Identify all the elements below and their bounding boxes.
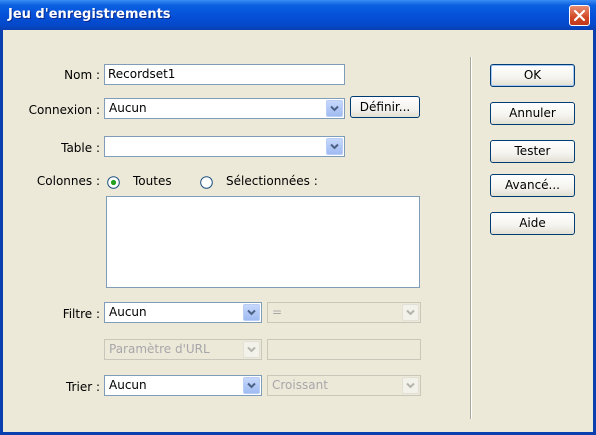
filtre-source-select[interactable]: Paramètre d'URL [104, 339, 262, 360]
table-label: Table : [61, 141, 100, 155]
filtre-column-value: Aucun [109, 305, 147, 319]
trier-order-dropdown-button[interactable] [402, 377, 419, 394]
radio-selectionnees[interactable] [200, 176, 213, 189]
chevron-down-icon [406, 382, 415, 389]
chevron-down-icon [247, 346, 256, 353]
vertical-separator [470, 57, 472, 419]
connexion-dropdown-button[interactable] [326, 100, 343, 117]
chevron-down-icon [247, 382, 256, 389]
filtre-operator-select[interactable]: = [267, 302, 421, 323]
filtre-source-dropdown-button[interactable] [243, 341, 260, 358]
aide-button[interactable]: Aide [490, 212, 575, 235]
filtre-value-input[interactable] [267, 339, 421, 360]
nom-label: Nom : [64, 68, 100, 82]
radio-selectionnees-label[interactable]: Sélectionnées : [226, 174, 318, 188]
filtre-column-dropdown-button[interactable] [243, 304, 260, 321]
connexion-label: Connexion : [28, 103, 100, 117]
connexion-value: Aucun [109, 101, 147, 115]
colonnes-label: Colonnes : [36, 174, 100, 188]
title-bar[interactable]: Jeu d'enregistrements [0, 0, 596, 30]
table-select[interactable] [104, 136, 345, 157]
chevron-down-icon [330, 143, 339, 150]
trier-column-value: Aucun [109, 378, 147, 392]
nom-input[interactable]: Recordset1 [104, 64, 345, 85]
filtre-label: Filtre : [62, 307, 100, 321]
trier-label: Trier : [65, 380, 100, 394]
filtre-source-value: Paramètre d'URL [109, 342, 210, 356]
ok-button[interactable]: OK [490, 64, 575, 87]
close-icon [573, 9, 586, 22]
chevron-down-icon [247, 309, 256, 316]
trier-order-select[interactable]: Croissant [267, 375, 421, 396]
colonnes-listbox[interactable] [106, 196, 420, 288]
trier-column-dropdown-button[interactable] [243, 377, 260, 394]
annuler-button[interactable]: Annuler [490, 102, 575, 125]
filtre-operator-dropdown-button[interactable] [402, 304, 419, 321]
close-button[interactable] [569, 5, 590, 26]
filtre-operator-value: = [272, 305, 283, 319]
trier-column-select[interactable]: Aucun [104, 375, 262, 396]
table-dropdown-button[interactable] [326, 138, 343, 155]
trier-order-value: Croissant [272, 378, 328, 392]
chevron-down-icon [330, 105, 339, 112]
avance-button[interactable]: Avancé... [490, 174, 575, 197]
chevron-down-icon [406, 309, 415, 316]
connexion-select[interactable]: Aucun [104, 98, 345, 119]
window-title: Jeu d'enregistrements [8, 7, 171, 22]
tester-button[interactable]: Tester [490, 140, 575, 163]
filtre-column-select[interactable]: Aucun [104, 302, 262, 323]
definir-button[interactable]: Définir... [350, 96, 420, 118]
radio-toutes[interactable] [107, 176, 120, 189]
radio-toutes-label[interactable]: Toutes [133, 174, 172, 188]
